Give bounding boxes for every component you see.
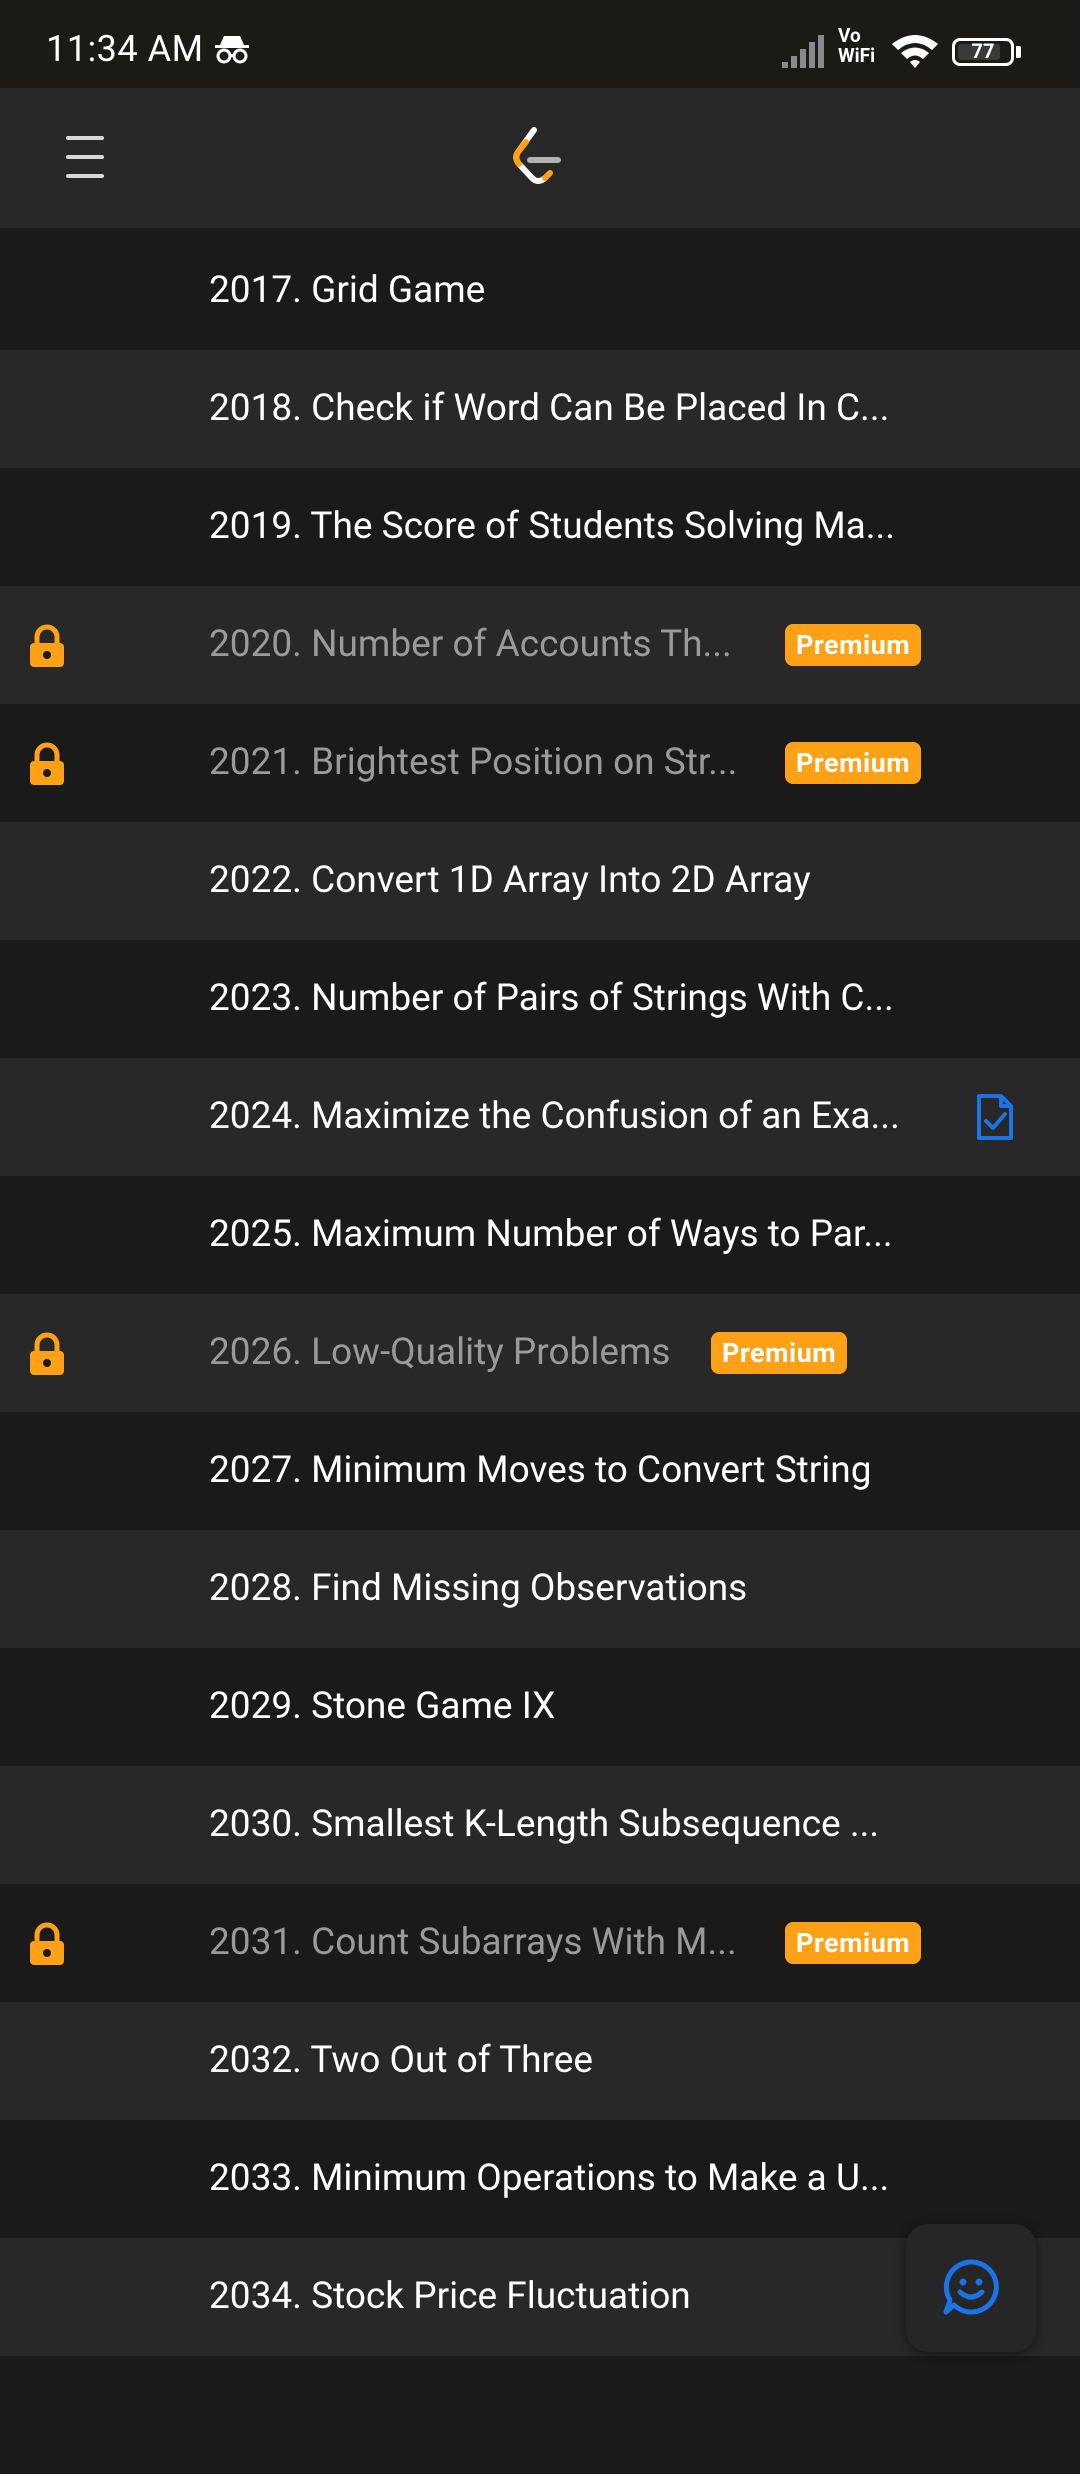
premium-badge: Premium [711, 1332, 848, 1374]
problem-title: 2032. Two Out of Three [209, 2039, 593, 2082]
lock-icon [26, 1332, 68, 1380]
problem-title: 2017. Grid Game [209, 269, 486, 312]
problem-row[interactable]: 2032. Two Out of Three [0, 2002, 1080, 2120]
solved-document-check-icon [975, 1092, 1015, 1146]
vowifi-label: Vo WiFi [838, 24, 876, 67]
battery-level: 77 [971, 39, 995, 63]
status-time: 11:34 AM [46, 28, 204, 70]
problem-title: 2026. Low-Quality Problems [209, 1331, 671, 1374]
problem-row[interactable]: 2033. Minimum Operations to Make a U... [0, 2120, 1080, 2238]
problem-title: 2025. Maximum Number of Ways to Par... [209, 1213, 893, 1256]
problem-title: 2019. The Score of Students Solving Ma..… [209, 505, 896, 548]
problem-title: 2031. Count Subarrays With M... [209, 1921, 737, 1964]
problem-list: 2017. Grid Game 2018. Check if Word Can B… [0, 232, 1080, 2474]
lock-icon [26, 742, 68, 790]
incognito-icon [214, 34, 250, 68]
problem-row[interactable]: 2027. Minimum Moves to Convert String [0, 1412, 1080, 1530]
signal-icon [780, 32, 830, 74]
problem-row[interactable]: 2024. Maximize the Confusion of an Exa..… [0, 1058, 1080, 1176]
premium-badge: Premium [785, 624, 922, 666]
problem-row[interactable]: 2026. Low-Quality Problems Premium [0, 1294, 1080, 1412]
problem-row[interactable]: 2017. Grid Game [0, 232, 1080, 350]
problem-title: 2023. Number of Pairs of Strings With C.… [209, 977, 894, 1020]
problem-row[interactable]: 2028. Find Missing Observations [0, 1530, 1080, 1648]
problem-row[interactable]: 2025. Maximum Number of Ways to Par... [0, 1176, 1080, 1294]
problem-row[interactable]: 2030. Smallest K-Length Subsequence ... [0, 1766, 1080, 1884]
problem-title: 2030. Smallest K-Length Subsequence ... [209, 1803, 880, 1846]
problem-title: 2034. Stock Price Fluctuation [209, 2275, 691, 2318]
battery-nub [1016, 46, 1021, 58]
problem-row[interactable]: 2019. The Score of Students Solving Ma..… [0, 468, 1080, 586]
problem-row[interactable]: 2029. Stone Game IX [0, 1648, 1080, 1766]
problem-row[interactable]: 2020. Number of Accounts Th... Premium [0, 586, 1080, 704]
problem-title: 2018. Check if Word Can Be Placed In C..… [209, 387, 890, 430]
problem-row[interactable]: 2021. Brightest Position on Str... Premiu… [0, 704, 1080, 822]
problem-title: 2024. Maximize the Confusion of an Exa..… [209, 1095, 900, 1138]
problem-title: 2033. Minimum Operations to Make a U... [209, 2157, 890, 2200]
leetcode-logo[interactable] [508, 124, 572, 192]
problem-title: 2022. Convert 1D Array Into 2D Array [209, 859, 811, 902]
problem-title: 2028. Find Missing Observations [209, 1567, 748, 1610]
premium-badge: Premium [785, 742, 922, 784]
problem-row[interactable]: 2018. Check if Word Can Be Placed In C..… [0, 350, 1080, 468]
premium-badge: Premium [785, 1922, 922, 1964]
status-bar: 11:34 AM Vo WiFi 77 [0, 0, 1080, 88]
problem-title: 2020. Number of Accounts Th... [209, 623, 732, 666]
app-bar [0, 88, 1080, 228]
wifi-icon [890, 32, 940, 74]
problem-title: 2021. Brightest Position on Str... [209, 741, 738, 784]
problem-row[interactable]: 2031. Count Subarrays With M... Premium [0, 1884, 1080, 2002]
problem-title: 2029. Stone Game IX [209, 1685, 556, 1728]
problem-row[interactable] [0, 2356, 1080, 2474]
problem-row[interactable]: 2023. Number of Pairs of Strings With C.… [0, 940, 1080, 1058]
feedback-button[interactable] [906, 2224, 1036, 2352]
lock-icon [26, 624, 68, 672]
hamburger-menu-icon[interactable] [56, 136, 116, 182]
problem-row[interactable]: 2022. Convert 1D Array Into 2D Array [0, 822, 1080, 940]
battery-icon: 77 [952, 38, 1014, 66]
smiley-chat-icon [943, 2259, 999, 2315]
problem-title: 2027. Minimum Moves to Convert String [209, 1449, 872, 1492]
lock-icon [26, 1922, 68, 1970]
